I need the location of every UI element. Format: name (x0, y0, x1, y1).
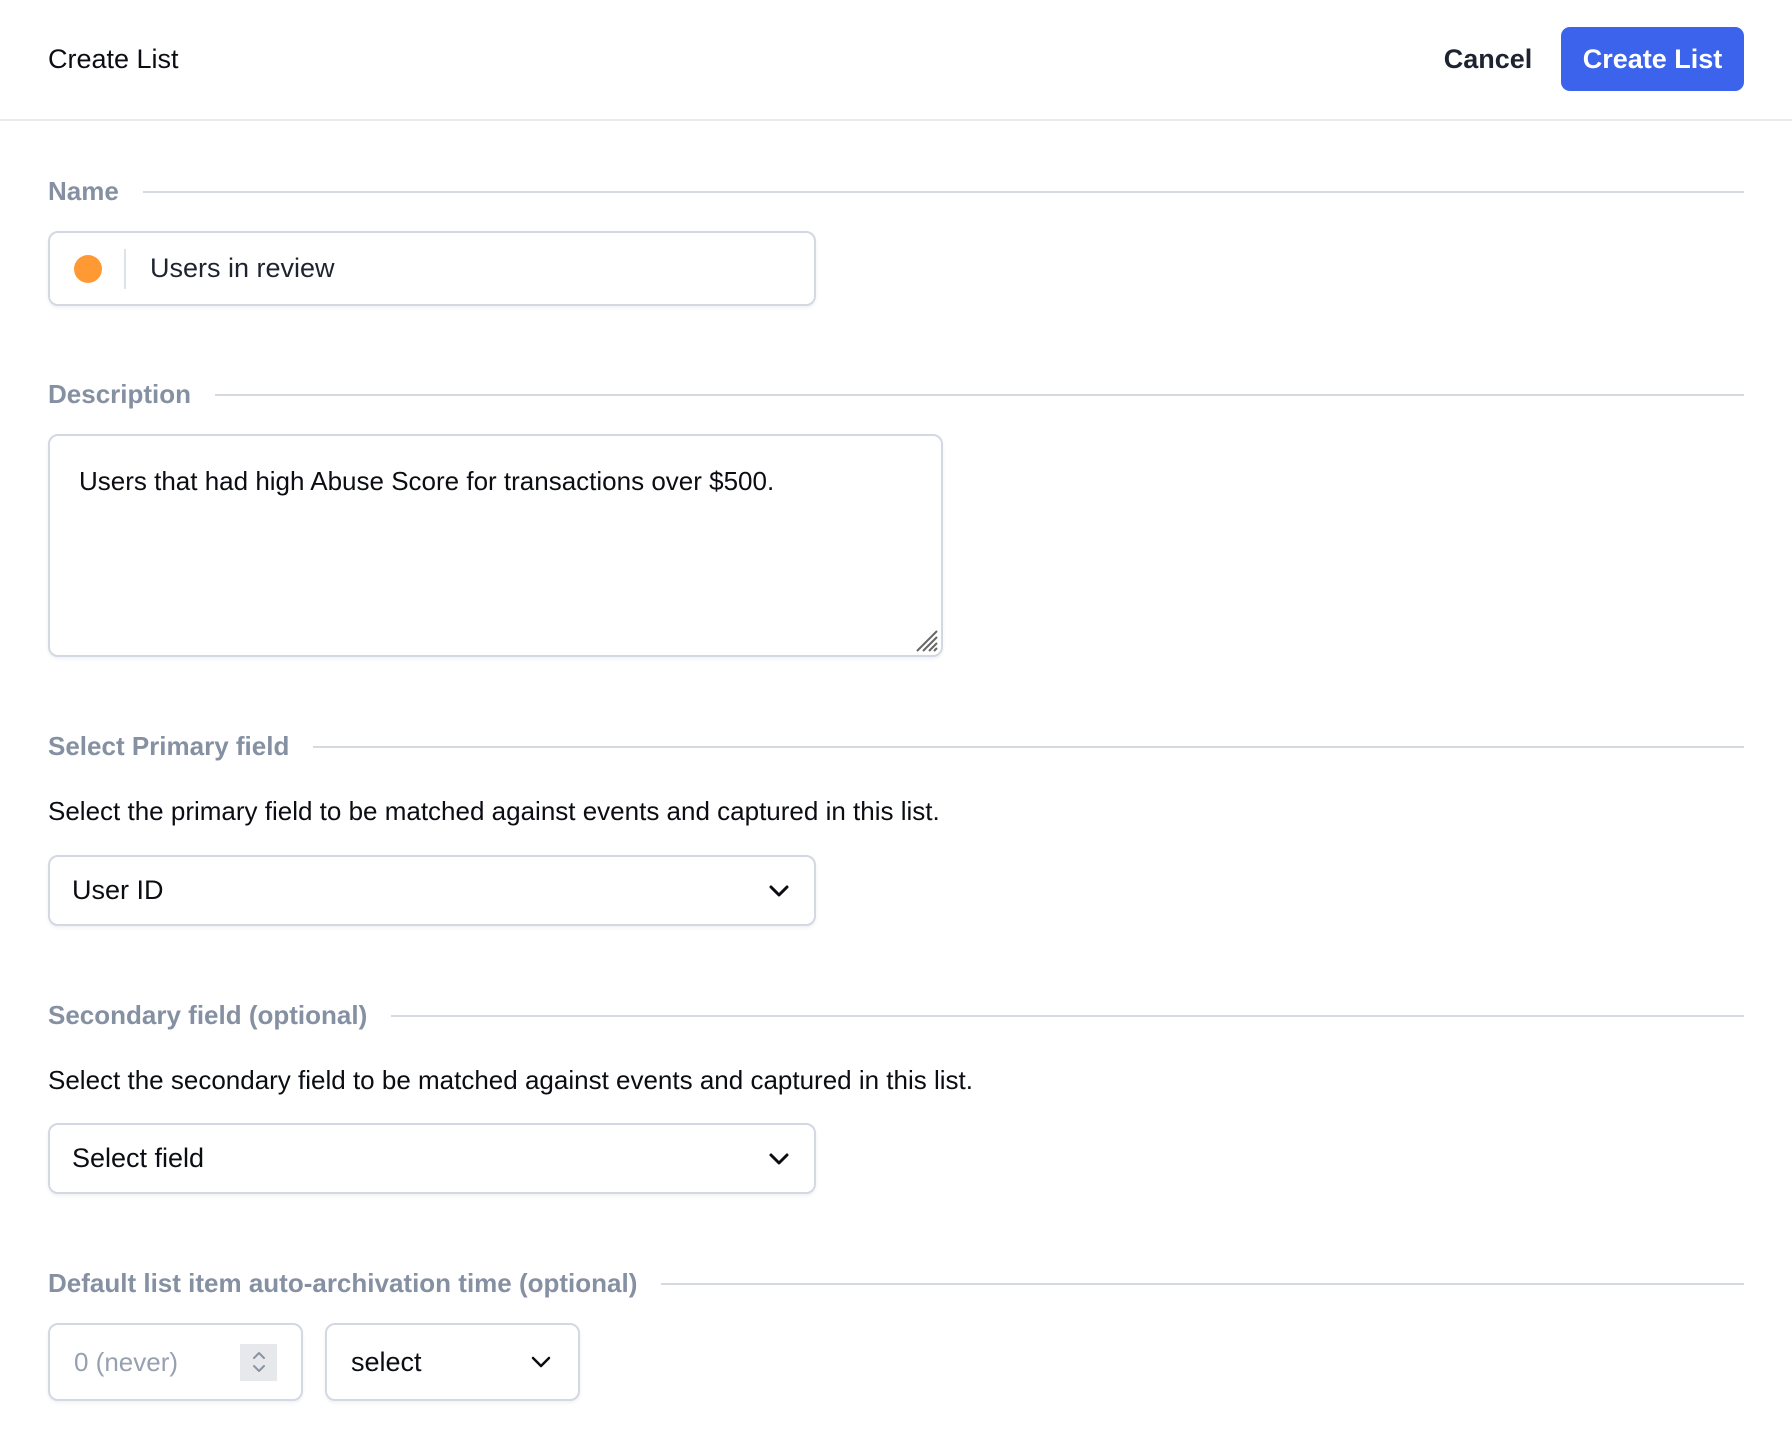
list-color-picker[interactable] (74, 254, 102, 283)
secondary-field-select[interactable]: Select field (48, 1123, 816, 1194)
name-value: Users in review (150, 253, 335, 283)
page-title: Create List (48, 44, 179, 74)
number-stepper[interactable] (240, 1343, 277, 1381)
chevron-down-icon (531, 1356, 551, 1368)
page-header: Create List Cancel Create List (0, 0, 1792, 121)
chevron-down-icon (769, 885, 789, 896)
archive-unit-value: select (351, 1346, 422, 1377)
description-label: Description (48, 379, 192, 409)
name-label: Name (48, 176, 119, 206)
archive-section-label: Default list item auto-archivation time … (48, 1268, 1744, 1299)
section-divider (215, 393, 1744, 396)
primary-field-helper: Select the primary field to be matched a… (48, 796, 940, 826)
primary-field-select[interactable]: User ID (48, 855, 816, 926)
archive-label: Default list item auto-archivation time … (48, 1268, 638, 1298)
section-divider (142, 190, 1744, 193)
archive-time-input[interactable]: 0 (never) (48, 1323, 303, 1401)
name-input[interactable]: Users in review (48, 231, 816, 306)
name-input-divider (124, 248, 126, 289)
primary-field-value: User ID (72, 875, 164, 905)
chevron-down-icon (769, 1153, 789, 1164)
resize-handle-icon[interactable] (913, 627, 939, 653)
description-section-label: Description (48, 379, 1744, 410)
description-textarea[interactable]: Users that had high Abuse Score for tran… (48, 434, 943, 657)
primary-field-label: Select Primary field (48, 731, 290, 761)
section-divider (661, 1282, 1744, 1285)
secondary-field-label: Secondary field (optional) (48, 1000, 368, 1030)
primary-field-section-label: Select Primary field (48, 731, 1744, 762)
stepper-arrows-icon (252, 1352, 265, 1372)
secondary-field-helper: Select the secondary field to be matched… (48, 1065, 973, 1095)
create-list-button[interactable]: Create List (1561, 27, 1744, 91)
section-divider (391, 1014, 1744, 1017)
archive-unit-select[interactable]: select (325, 1323, 580, 1401)
section-divider (313, 745, 1744, 748)
secondary-field-section-label: Secondary field (optional) (48, 1000, 1744, 1031)
cancel-button[interactable]: Cancel (1430, 27, 1546, 91)
archive-time-placeholder: 0 (never) (74, 1346, 179, 1377)
description-value: Users that had high Abuse Score for tran… (79, 466, 775, 496)
secondary-field-value: Select field (72, 1143, 205, 1173)
name-section-label: Name (48, 176, 1744, 207)
